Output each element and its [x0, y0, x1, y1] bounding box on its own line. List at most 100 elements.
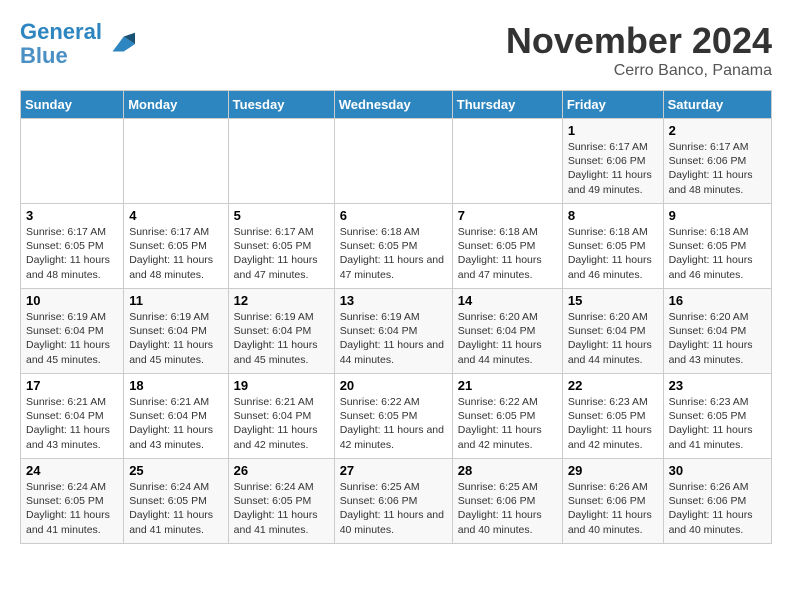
calendar-week-row: 24Sunrise: 6:24 AM Sunset: 6:05 PM Dayli… — [21, 459, 772, 544]
calendar-header-row: SundayMondayTuesdayWednesdayThursdayFrid… — [21, 91, 772, 119]
day-info: Sunrise: 6:21 AM Sunset: 6:04 PM Dayligh… — [129, 395, 222, 452]
calendar-cell: 29 Sunrise: 6:26 AM Sunset: 6:06 PM Dayli… — [562, 459, 663, 544]
calendar-cell: 5Sunrise: 6:17 AM Sunset: 6:05 PM Daylig… — [228, 204, 334, 289]
day-number: 23 — [669, 378, 766, 393]
day-info: Sunrise: 6:19 AM Sunset: 6:04 PM Dayligh… — [26, 310, 118, 367]
calendar-cell — [334, 119, 452, 204]
day-info: Sunrise: 6:24 AM Sunset: 6:05 PM Dayligh… — [129, 480, 222, 537]
day-number: 26 — [234, 463, 329, 478]
page-header: General Blue November 2024 Cerro Banco, … — [20, 20, 772, 80]
weekday-header: Thursday — [452, 91, 562, 119]
day-number: 4 — [129, 208, 222, 223]
day-number: 6 — [340, 208, 447, 223]
calendar-cell: 16 Sunrise: 6:20 AM Sunset: 6:04 PM Dayli… — [663, 289, 771, 374]
day-number: 11 — [129, 293, 222, 308]
calendar-cell: 8 Sunrise: 6:18 AM Sunset: 6:05 PM Daylig… — [562, 204, 663, 289]
calendar-cell: 17 Sunrise: 6:21 AM Sunset: 6:04 PM Dayli… — [21, 374, 124, 459]
day-info: Sunrise: 6:18 AM Sunset: 6:05 PM Dayligh… — [340, 225, 447, 282]
day-info: Sunrise: 6:20 AM Sunset: 6:04 PM Dayligh… — [568, 310, 658, 367]
calendar-cell: 3Sunrise: 6:17 AM Sunset: 6:05 PM Daylig… — [21, 204, 124, 289]
calendar-cell: 27 Sunrise: 6:25 AM Sunset: 6:06 PM Dayli… — [334, 459, 452, 544]
location-subtitle: Cerro Banco, Panama — [506, 62, 772, 80]
day-number: 9 — [669, 208, 766, 223]
calendar-week-row: 1 Sunrise: 6:17 AM Sunset: 6:06 PM Daylig… — [21, 119, 772, 204]
calendar-cell: 19 Sunrise: 6:21 AM Sunset: 6:04 PM Dayli… — [228, 374, 334, 459]
day-info: Sunrise: 6:25 AM Sunset: 6:06 PM Dayligh… — [340, 480, 447, 537]
calendar-cell: 23 Sunrise: 6:23 AM Sunset: 6:05 PM Dayli… — [663, 374, 771, 459]
day-info: Sunrise: 6:18 AM Sunset: 6:05 PM Dayligh… — [458, 225, 557, 282]
day-number: 16 — [669, 293, 766, 308]
day-info: Sunrise: 6:23 AM Sunset: 6:05 PM Dayligh… — [669, 395, 766, 452]
day-number: 12 — [234, 293, 329, 308]
calendar-week-row: 3 Sunrise: 6:17 AM Sunset: 6:05 PM Daylig… — [21, 204, 772, 289]
day-info: Sunrise: 6:17 AM Sunset: 6:06 PM Dayligh… — [568, 140, 658, 197]
calendar-week-row: 17 Sunrise: 6:21 AM Sunset: 6:04 PM Dayli… — [21, 374, 772, 459]
calendar-cell: 14 Sunrise: 6:20 AM Sunset: 6:04 PM Dayli… — [452, 289, 562, 374]
day-info: Sunrise: 6:24 AM Sunset: 6:05 PM Dayligh… — [234, 480, 329, 537]
day-info: Sunrise: 6:22 AM Sunset: 6:05 PM Dayligh… — [458, 395, 557, 452]
calendar-cell: 18 Sunrise: 6:21 AM Sunset: 6:04 PM Dayli… — [124, 374, 228, 459]
day-number: 29 — [568, 463, 658, 478]
day-number: 27 — [340, 463, 447, 478]
day-number: 8 — [568, 208, 658, 223]
day-number: 21 — [458, 378, 557, 393]
calendar-cell — [124, 119, 228, 204]
calendar-cell: 21 Sunrise: 6:22 AM Sunset: 6:05 PM Dayli… — [452, 374, 562, 459]
calendar-cell: 13Sunrise: 6:19 AM Sunset: 6:04 PM Dayli… — [334, 289, 452, 374]
day-info: Sunrise: 6:26 AM Sunset: 6:06 PM Dayligh… — [568, 480, 658, 537]
day-info: Sunrise: 6:21 AM Sunset: 6:04 PM Dayligh… — [26, 395, 118, 452]
day-info: Sunrise: 6:20 AM Sunset: 6:04 PM Dayligh… — [458, 310, 557, 367]
calendar-cell: 9 Sunrise: 6:18 AM Sunset: 6:05 PM Daylig… — [663, 204, 771, 289]
calendar-cell: 28Sunrise: 6:25 AM Sunset: 6:06 PM Dayli… — [452, 459, 562, 544]
calendar-cell — [21, 119, 124, 204]
day-number: 22 — [568, 378, 658, 393]
day-number: 18 — [129, 378, 222, 393]
day-info: Sunrise: 6:17 AM Sunset: 6:06 PM Dayligh… — [669, 140, 766, 197]
calendar-cell — [452, 119, 562, 204]
day-info: Sunrise: 6:26 AM Sunset: 6:06 PM Dayligh… — [669, 480, 766, 537]
calendar-cell: 2Sunrise: 6:17 AM Sunset: 6:06 PM Daylig… — [663, 119, 771, 204]
calendar-cell: 10Sunrise: 6:19 AM Sunset: 6:04 PM Dayli… — [21, 289, 124, 374]
day-number: 28 — [458, 463, 557, 478]
calendar-table: SundayMondayTuesdayWednesdayThursdayFrid… — [20, 90, 772, 544]
day-number: 19 — [234, 378, 329, 393]
logo-text: General Blue — [20, 20, 102, 68]
month-title: November 2024 — [506, 20, 772, 62]
calendar-cell: 30Sunrise: 6:26 AM Sunset: 6:06 PM Dayli… — [663, 459, 771, 544]
day-info: Sunrise: 6:22 AM Sunset: 6:05 PM Dayligh… — [340, 395, 447, 452]
weekday-header: Wednesday — [334, 91, 452, 119]
day-number: 17 — [26, 378, 118, 393]
calendar-cell: 25 Sunrise: 6:24 AM Sunset: 6:05 PM Dayli… — [124, 459, 228, 544]
day-number: 1 — [568, 123, 658, 138]
weekday-header: Tuesday — [228, 91, 334, 119]
calendar-cell: 12Sunrise: 6:19 AM Sunset: 6:04 PM Dayli… — [228, 289, 334, 374]
day-number: 3 — [26, 208, 118, 223]
day-number: 13 — [340, 293, 447, 308]
day-number: 7 — [458, 208, 557, 223]
day-number: 14 — [458, 293, 557, 308]
day-info: Sunrise: 6:17 AM Sunset: 6:05 PM Dayligh… — [129, 225, 222, 282]
title-block: November 2024 Cerro Banco, Panama — [506, 20, 772, 80]
logo: General Blue — [20, 20, 135, 68]
day-info: Sunrise: 6:18 AM Sunset: 6:05 PM Dayligh… — [568, 225, 658, 282]
day-number: 20 — [340, 378, 447, 393]
weekday-header: Friday — [562, 91, 663, 119]
day-info: Sunrise: 6:18 AM Sunset: 6:05 PM Dayligh… — [669, 225, 766, 282]
calendar-cell — [228, 119, 334, 204]
calendar-cell: 1 Sunrise: 6:17 AM Sunset: 6:06 PM Daylig… — [562, 119, 663, 204]
calendar-cell: 7 Sunrise: 6:18 AM Sunset: 6:05 PM Daylig… — [452, 204, 562, 289]
weekday-header: Sunday — [21, 91, 124, 119]
day-info: Sunrise: 6:21 AM Sunset: 6:04 PM Dayligh… — [234, 395, 329, 452]
calendar-cell: 11Sunrise: 6:19 AM Sunset: 6:04 PM Dayli… — [124, 289, 228, 374]
day-info: Sunrise: 6:24 AM Sunset: 6:05 PM Dayligh… — [26, 480, 118, 537]
calendar-cell: 4 Sunrise: 6:17 AM Sunset: 6:05 PM Daylig… — [124, 204, 228, 289]
calendar-cell: 15 Sunrise: 6:20 AM Sunset: 6:04 PM Dayli… — [562, 289, 663, 374]
weekday-header: Monday — [124, 91, 228, 119]
day-info: Sunrise: 6:20 AM Sunset: 6:04 PM Dayligh… — [669, 310, 766, 367]
calendar-cell: 20 Sunrise: 6:22 AM Sunset: 6:05 PM Dayli… — [334, 374, 452, 459]
day-number: 25 — [129, 463, 222, 478]
day-number: 15 — [568, 293, 658, 308]
calendar-cell: 26 Sunrise: 6:24 AM Sunset: 6:05 PM Dayli… — [228, 459, 334, 544]
calendar-week-row: 10Sunrise: 6:19 AM Sunset: 6:04 PM Dayli… — [21, 289, 772, 374]
day-info: Sunrise: 6:23 AM Sunset: 6:05 PM Dayligh… — [568, 395, 658, 452]
